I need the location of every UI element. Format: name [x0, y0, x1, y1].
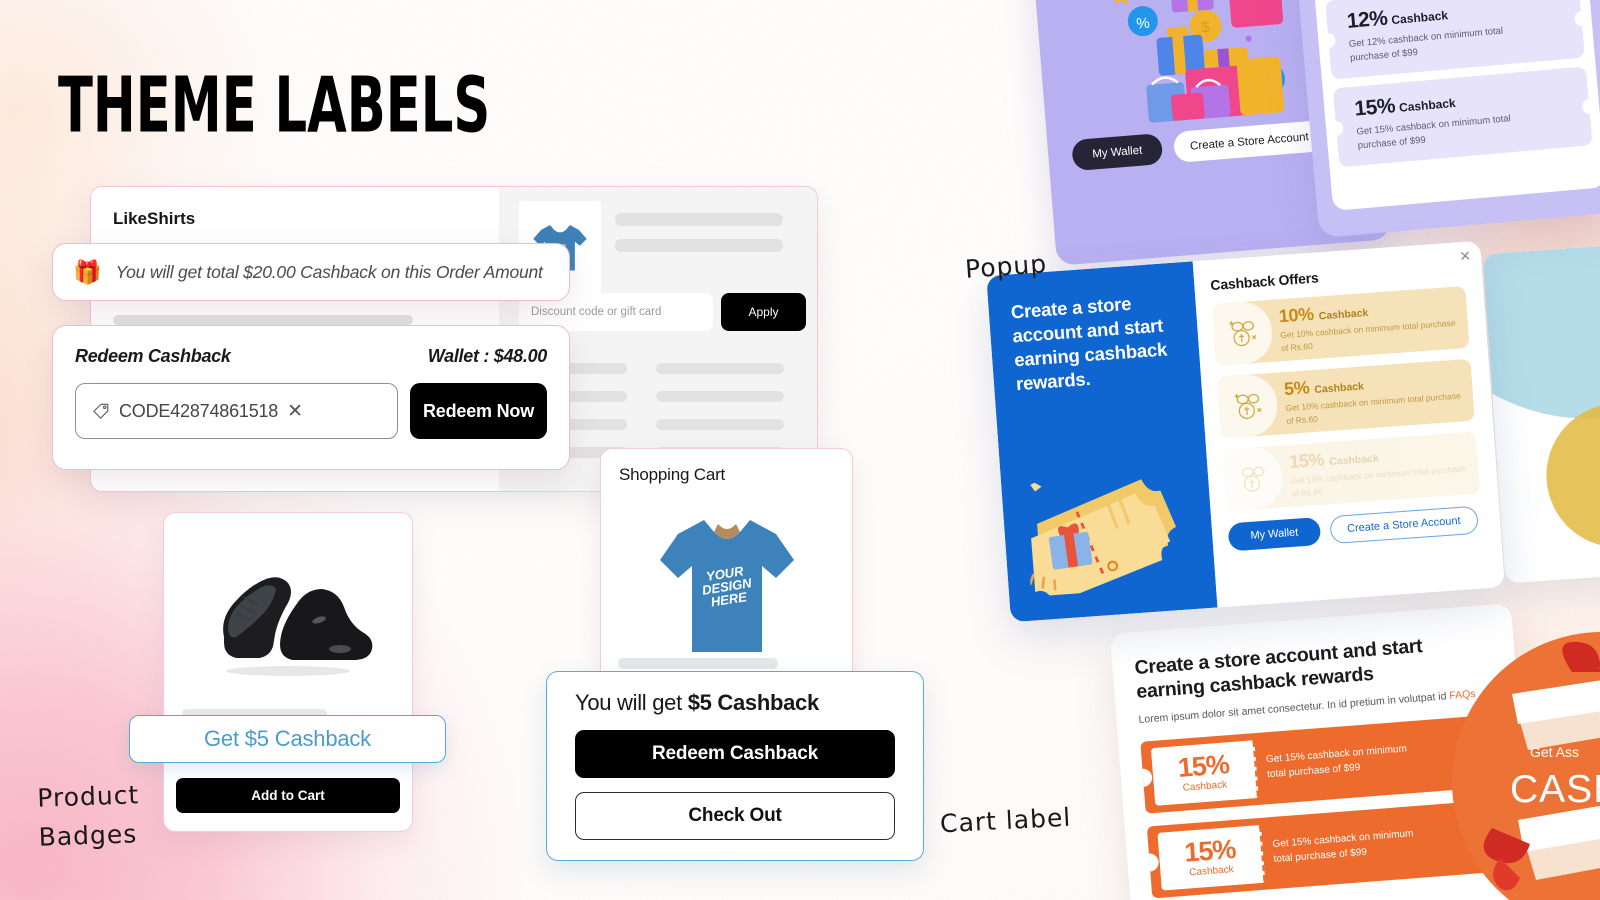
- coins-icon: [1241, 466, 1265, 492]
- orange-ticket-stub: 15% Cashback: [1150, 739, 1259, 806]
- popup-right-panel: ✕ Cashback Offers 10% Cashback Get 10% ca…: [1192, 240, 1505, 608]
- ticket-list-card: 15%Cashback Get 15% cashback on minimum …: [1281, 0, 1600, 239]
- skeleton-line: [656, 391, 784, 402]
- annotation-product-badges: Product Badges: [36, 780, 140, 852]
- redeem-cashback-button[interactable]: Redeem Cashback: [575, 730, 895, 778]
- offer-percent: 15%: [1288, 449, 1325, 473]
- cart-cashback-amount: $5 Cashback: [687, 690, 820, 715]
- redeem-header: Redeem Cashback Wallet : $48.00: [75, 346, 547, 367]
- popup-left-panel: Create a store account and start earning…: [986, 261, 1218, 623]
- coins-icon: [1229, 321, 1257, 347]
- offer-text: 5% Cashback Get 10% cashback on minimum t…: [1283, 367, 1464, 427]
- skeleton-line: [656, 419, 784, 430]
- orange-ticket-label: Cashback: [1188, 864, 1235, 879]
- offer-row[interactable]: 10% Cashback Get 10% cashback on minimum …: [1211, 285, 1470, 366]
- sneaker-image: [223, 577, 373, 676]
- cashback-code-field[interactable]: CODE42874861518 ✕: [75, 383, 398, 439]
- redeem-now-button[interactable]: Redeem Now: [410, 383, 547, 439]
- product-image: [180, 531, 396, 699]
- popup-left-title: Create a store account and start earning…: [1010, 292, 1168, 395]
- skeleton-line: [615, 213, 783, 226]
- orange-cashback-circle: Get Ass CASHB: [1452, 632, 1600, 900]
- popup-buttons: My Wallet Create a Store Account: [1227, 505, 1483, 552]
- close-icon[interactable]: ✕: [287, 402, 303, 421]
- store-name: LikeShirts: [113, 209, 196, 228]
- check-out-button[interactable]: Check Out: [575, 792, 895, 840]
- offer-text: 10% Cashback Get 10% cashback on minimum …: [1278, 294, 1459, 354]
- coin-icon: [1211, 299, 1275, 366]
- svg-text:%: %: [1135, 15, 1150, 33]
- cashback-banner-label: 🎁 You will get total $20.00 Cashback on …: [52, 243, 570, 301]
- tshirt-image: YOUR DESIGN HERE: [659, 519, 794, 652]
- orange-ticket-description: Get 15% cashback on minimum total purcha…: [1265, 743, 1408, 780]
- wallet-balance: Wallet : $48.00: [427, 346, 548, 366]
- orange-ticket-percent: 15%: [1176, 749, 1230, 784]
- ticket-row[interactable]: 15% Cashback Get 15% cashback on minimum …: [1332, 66, 1593, 168]
- add-to-cart-button[interactable]: Add to Cart: [176, 778, 400, 813]
- coin-icon: [1222, 445, 1285, 512]
- orange-ticket-row[interactable]: 15% Cashback Get 15% cashback on minimum…: [1140, 714, 1503, 814]
- orange-ticket-stub: 15% Cashback: [1157, 824, 1266, 891]
- cart-product-image: YOUR DESIGN HERE: [619, 493, 834, 678]
- offer-row[interactable]: 5% Cashback Get 10% cashback on minimum t…: [1217, 358, 1475, 439]
- cashback-popup: Create a store account and start earning…: [986, 240, 1505, 623]
- cart-item-skeleton: [618, 658, 778, 669]
- cashback-code-value: CODE42874861518: [119, 400, 279, 421]
- close-icon[interactable]: ✕: [1459, 247, 1472, 265]
- orange-ticket-label: Cashback: [1182, 779, 1228, 794]
- skeleton-line: [615, 239, 783, 252]
- ticket-row[interactable]: 12% Cashback Get 12% cashback on minimum …: [1324, 0, 1585, 80]
- shopping-cart-title: Shopping Cart: [619, 465, 726, 484]
- ticket-label: Cashback: [1390, 8, 1449, 28]
- create-store-account-button[interactable]: Create a Store Account: [1329, 505, 1479, 545]
- page-title: THEME LABELS: [58, 62, 491, 151]
- orange-ticket-description: Get 15% cashback on minimum total purcha…: [1272, 828, 1414, 865]
- create-store-account-button[interactable]: Create a Store Account: [1172, 120, 1326, 164]
- apply-button[interactable]: Apply: [721, 293, 806, 331]
- orange-circle-small-text: Get Ass: [1530, 744, 1580, 760]
- gift-coupon-illustration: [1029, 479, 1177, 597]
- redeem-row: CODE42874861518 ✕ Redeem Now: [75, 383, 547, 439]
- gift-box-illustration: [1483, 641, 1600, 891]
- offer-label: Cashback: [1318, 307, 1369, 323]
- skeleton-line: [113, 315, 413, 325]
- offer-description: Get 10% cashback on minimum total purcha…: [1285, 390, 1462, 426]
- ticket-label: Cashback: [1398, 95, 1457, 115]
- banner-text: You will get total $20.00 Cashback on th…: [115, 261, 543, 282]
- offer-percent: 5%: [1283, 377, 1310, 400]
- gift-boxes-illustration: $ $ % %: [1113, 0, 1285, 123]
- ticket-sheet: 15%Cashback Get 15% cashback on minimum …: [1298, 0, 1600, 211]
- ticket-percent: 12%: [1345, 6, 1389, 33]
- offer-percent: 10%: [1278, 304, 1315, 327]
- orange-ticket-percent: 15%: [1183, 834, 1237, 868]
- redeem-title: Redeem Cashback: [75, 346, 231, 366]
- coin-icon: [1217, 372, 1280, 439]
- orange-circle-big-text: CASHB: [1510, 768, 1600, 811]
- offer-label: Cashback: [1328, 452, 1380, 469]
- cart-cashback-text: You will get $5 Cashback: [575, 690, 895, 716]
- my-wallet-button[interactable]: My Wallet: [1227, 516, 1322, 552]
- cart-cashback-prefix: You will get: [575, 690, 688, 715]
- gift-icon: 🎁: [73, 258, 102, 285]
- product-cashback-badge[interactable]: Get $5 Cashback: [129, 715, 446, 763]
- coins-icon: [1234, 393, 1262, 419]
- ticket-percent: 15%: [1353, 94, 1396, 121]
- offer-text: 15% Cashback Get 15% cashback on minimum …: [1289, 439, 1470, 499]
- cart-cashback-label-card: You will get $5 Cashback Redeem Cashback…: [546, 671, 924, 861]
- tag-icon: [93, 403, 109, 419]
- offer-label: Cashback: [1314, 380, 1365, 397]
- skeleton-line: [656, 363, 784, 374]
- coupon-illustration: [1017, 385, 1196, 603]
- my-wallet-button[interactable]: My Wallet: [1071, 133, 1164, 172]
- offer-row[interactable]: 15% Cashback Get 15% cashback on minimum …: [1222, 431, 1481, 512]
- redeem-cashback-card: Redeem Cashback Wallet : $48.00 CODE4287…: [52, 325, 570, 470]
- annotation-popup: Popup: [964, 249, 1048, 284]
